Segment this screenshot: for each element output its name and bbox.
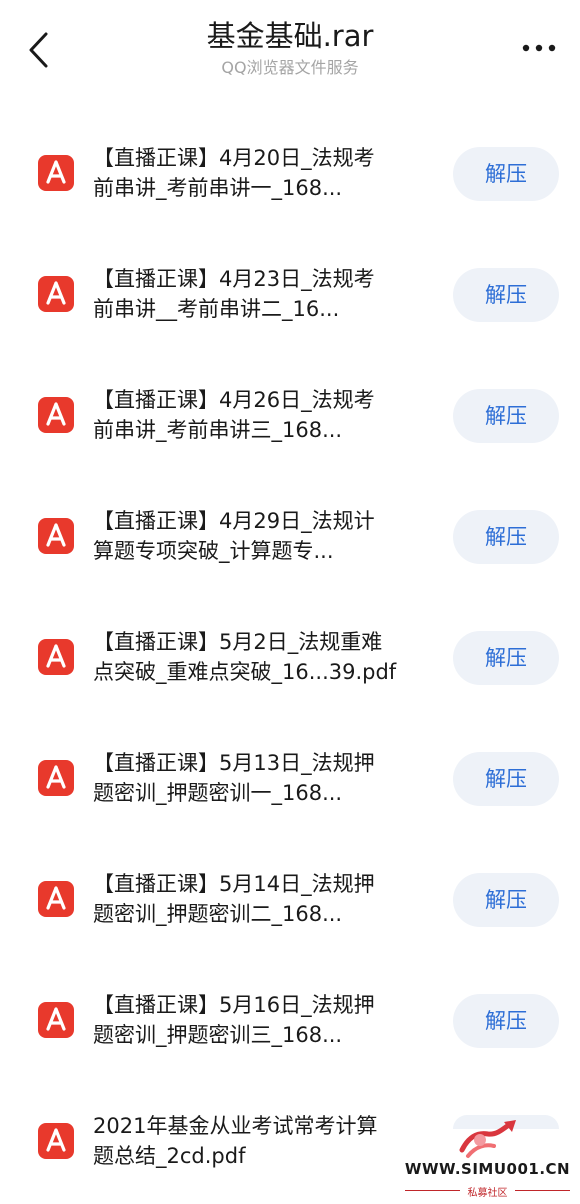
back-button[interactable] xyxy=(20,28,60,72)
file-row[interactable]: 【直播正课】4月20日_法规考 前串讲_考前串讲一_168... 解压 xyxy=(0,112,580,233)
extract-button[interactable]: 解压 xyxy=(453,147,559,201)
pdf-icon xyxy=(38,639,74,675)
pdf-icon xyxy=(38,518,74,554)
watermark-logo-icon xyxy=(459,1120,516,1158)
pdf-icon xyxy=(38,1123,74,1159)
file-name: 【直播正课】5月2日_法规重难 点突破_重难点突破_16...39.pdf xyxy=(93,630,397,684)
extract-button[interactable]: 解压 xyxy=(453,631,559,685)
file-list: 【直播正课】4月20日_法规考 前串讲_考前串讲一_168... 解压 【直播正课】… xyxy=(0,112,580,1201)
chevron-left-icon xyxy=(29,32,48,68)
pdf-icon xyxy=(38,760,74,796)
extract-button[interactable]: 解压 xyxy=(453,873,559,927)
file-row[interactable]: 【直播正课】5月14日_法规押 题密训_押题密训二_168... 解压 xyxy=(0,838,580,959)
more-horizontal-icon xyxy=(522,44,556,52)
pdf-icon xyxy=(38,397,74,433)
pdf-icon xyxy=(38,155,74,191)
file-row[interactable]: 【直播正课】4月23日_法规考 前串讲__考前串讲二_16... 解压 xyxy=(0,233,580,354)
file-name: 【直播正课】5月16日_法规押 题密训_押题密训三_168... xyxy=(93,993,375,1047)
file-name: 【直播正课】5月14日_法规押 题密训_押题密训二_168... xyxy=(93,872,375,926)
file-row[interactable]: 【直播正课】5月13日_法规押 题密训_押题密训一_168... 解压 xyxy=(0,717,580,838)
extract-button[interactable]: 解压 xyxy=(453,994,559,1048)
more-button[interactable] xyxy=(516,36,564,60)
file-name: 【直播正课】4月29日_法规计 算题专项突破_计算题专... xyxy=(93,509,375,563)
extract-button[interactable]: 解压 xyxy=(453,389,559,443)
pdf-icon xyxy=(38,881,74,917)
extract-button[interactable]: 解压 xyxy=(453,752,559,806)
file-row[interactable]: 【直播正课】5月16日_法规押 题密训_押题密训三_168... 解压 xyxy=(0,959,580,1080)
pdf-icon xyxy=(38,276,74,312)
file-row[interactable]: 【直播正课】4月26日_法规考 前串讲_考前串讲三_168... 解压 xyxy=(0,354,580,475)
file-name: 【直播正课】5月13日_法规押 题密训_押题密训一_168... xyxy=(93,751,375,805)
title-block: 基金基础.rar QQ浏览器文件服务 xyxy=(90,18,490,78)
file-row[interactable]: 【直播正课】5月2日_法规重难 点突破_重难点突破_16...39.pdf 解压 xyxy=(0,596,580,717)
extract-button[interactable]: 解压 xyxy=(453,268,559,322)
watermark: WWW.SIMU001.CN 私募社区 xyxy=(400,1118,575,1200)
extract-button[interactable]: 解压 xyxy=(453,510,559,564)
watermark-label: 私募社区 xyxy=(467,1188,508,1199)
page-subtitle: QQ浏览器文件服务 xyxy=(221,58,359,77)
pdf-icon xyxy=(38,1002,74,1038)
watermark-divider xyxy=(515,1190,570,1191)
file-name: 2021年基金从业考试常考计算 题总结_2cd.pdf xyxy=(93,1114,378,1168)
page-title: 基金基础.rar xyxy=(206,19,374,53)
file-name: 【直播正课】4月23日_法规考 前串讲__考前串讲二_16... xyxy=(93,267,375,321)
top-bar: 基金基础.rar QQ浏览器文件服务 xyxy=(0,0,580,95)
file-name: 【直播正课】4月20日_法规考 前串讲_考前串讲一_168... xyxy=(93,146,375,200)
watermark-site: WWW.SIMU001.CN xyxy=(404,1160,571,1178)
file-name: 【直播正课】4月26日_法规考 前串讲_考前串讲三_168... xyxy=(93,388,375,442)
file-row[interactable]: 【直播正课】4月29日_法规计 算题专项突破_计算题专... 解压 xyxy=(0,475,580,596)
